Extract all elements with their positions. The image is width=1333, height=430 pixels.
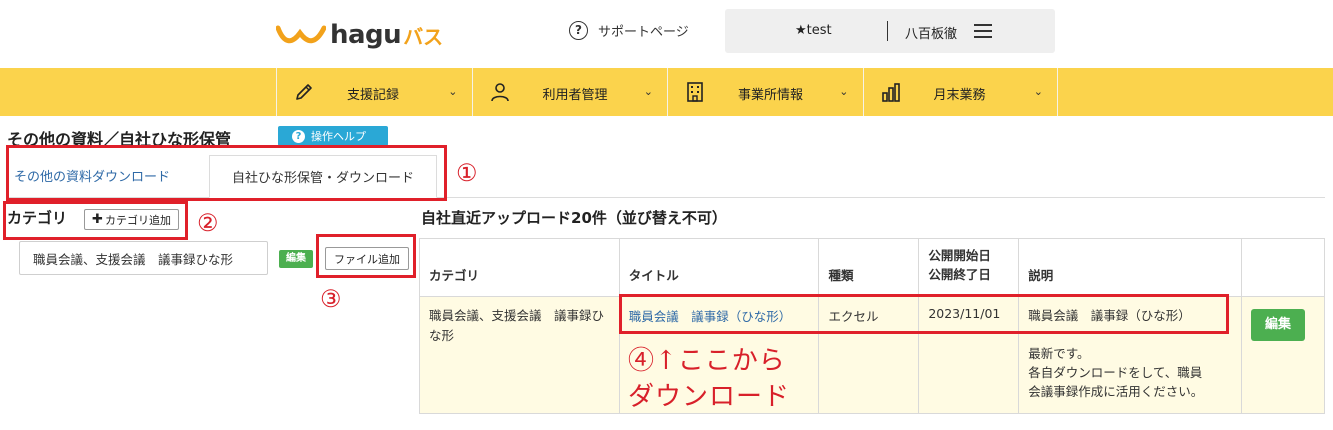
column-header: タイトル: [618, 238, 820, 297]
column-header: カテゴリ: [419, 238, 620, 297]
help-label: 操作ヘルプ: [311, 130, 366, 143]
office-name: ★test: [795, 23, 832, 38]
cell-category: 職員会議、支援会議 議事録ひな形: [419, 296, 620, 414]
annotation-number-2: ②: [197, 209, 219, 237]
logo-icon: [276, 25, 326, 44]
nav-item-label: 月末業務: [933, 88, 986, 103]
main-nav: 支援記録 ⌄ 利用者管理 ⌄ 事業所情報 ⌄ 月末業務 ⌄: [0, 68, 1333, 116]
edit-category-button[interactable]: 編集: [279, 250, 313, 268]
nav-item-user-management[interactable]: 利用者管理 ⌄: [471, 68, 668, 116]
nav-item-label: 事業所情報: [738, 88, 804, 103]
chevron-down-icon: ⌄: [643, 85, 653, 98]
question-icon: ?: [292, 129, 305, 143]
logo-text: hagu: [330, 20, 402, 50]
column-header: 公開開始日: [928, 248, 991, 263]
bar-chart-icon: [881, 83, 900, 102]
pencil-icon: [296, 84, 312, 100]
question-icon: ?: [569, 21, 588, 40]
support-label: サポートページ: [598, 25, 689, 40]
annotation-note-line: ダウンロード: [628, 382, 791, 412]
column-header: 説明: [1018, 238, 1242, 297]
desc-line: 最新です。: [1028, 346, 1090, 361]
column-header-actions: [1240, 238, 1326, 297]
chevron-down-icon: ⌄: [839, 85, 849, 98]
annotation-note-line: ④↑ここから: [628, 346, 786, 376]
header: hagu バス ? サポートページ ★test 八百板徹: [0, 0, 1333, 68]
annotation-box-4: [619, 294, 1229, 334]
annotation-box-3: [316, 234, 416, 278]
chevron-down-icon: ⌄: [448, 85, 458, 98]
column-header: 公開終了日: [928, 267, 991, 282]
divider: [887, 21, 888, 41]
help-button[interactable]: ? 操作ヘルプ: [278, 126, 388, 146]
chevron-down-icon: ⌄: [1033, 85, 1043, 98]
annotation-number-3: ③: [320, 285, 342, 313]
hamburger-menu-icon[interactable]: [974, 24, 992, 38]
support-link[interactable]: ? サポートページ: [569, 21, 689, 40]
annotation-number-1: ①: [456, 159, 478, 187]
annotation-box-1: [6, 145, 447, 201]
recent-uploads-title: 自社直近アップロード20件（並び替え不可）: [421, 209, 727, 227]
nav-item-support-record[interactable]: 支援記録 ⌄: [276, 68, 472, 116]
nav-item-label: 支援記録: [347, 88, 400, 103]
edit-row-button[interactable]: 編集: [1250, 309, 1305, 341]
category-item[interactable]: 職員会議、支援会議 議事録ひな形: [19, 241, 268, 275]
user-box: ★test 八百板徹: [725, 9, 1055, 53]
annotation-note-4: ④↑ここから ダウンロード: [628, 343, 790, 415]
table-header-row: カテゴリ タイトル 種類 公開開始日 公開終了日 説明: [419, 238, 1326, 297]
desc-line: 各自ダウンロードをして、職員: [1028, 365, 1203, 380]
column-header-dates: 公開開始日 公開終了日: [918, 238, 1020, 297]
user-name: 八百板徹: [905, 27, 958, 42]
annotation-box-2: [3, 201, 188, 240]
column-header: 種類: [818, 238, 920, 297]
person-icon: [490, 83, 509, 102]
cell-actions: 編集: [1240, 296, 1326, 414]
nav-item-month-end[interactable]: 月末業務 ⌄: [862, 68, 1058, 116]
nav-item-label: 利用者管理: [542, 88, 608, 103]
logo[interactable]: hagu バス: [276, 20, 443, 50]
desc-line: 会議事録作成に活用ください。: [1028, 384, 1204, 399]
logo-accent: バス: [403, 24, 444, 49]
nav-item-office-info[interactable]: 事業所情報 ⌄: [667, 68, 863, 116]
building-icon: [687, 82, 703, 102]
